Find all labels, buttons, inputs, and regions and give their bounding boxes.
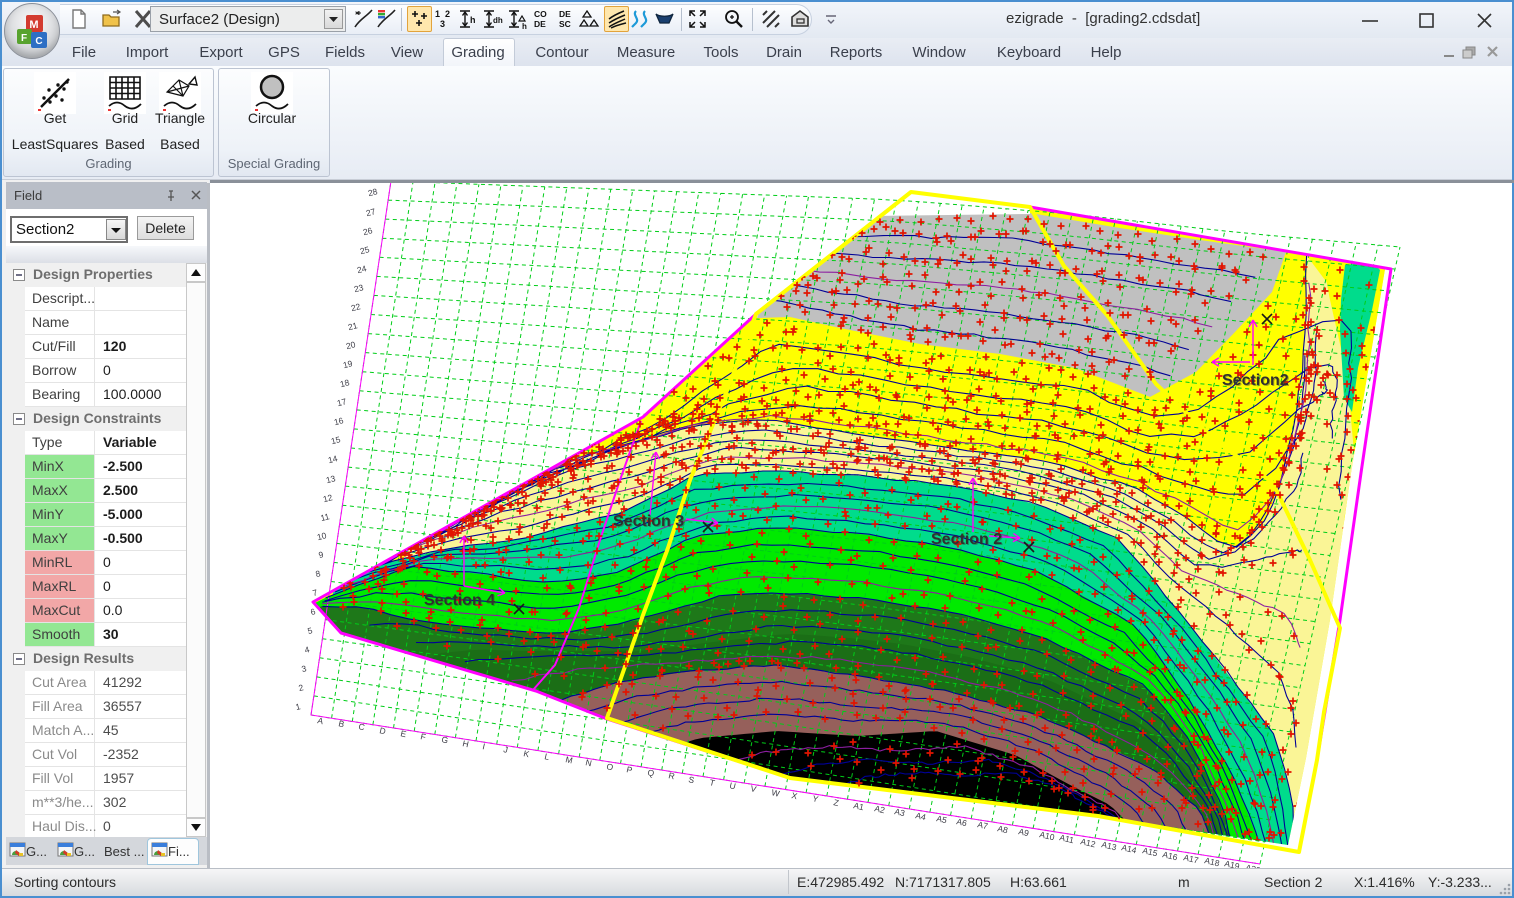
svg-text:2: 2: [445, 9, 450, 19]
svg-text:F: F: [21, 33, 27, 44]
svg-text:Section 2: Section 2: [931, 531, 1002, 548]
svg-text:C: C: [35, 36, 42, 47]
svg-text:DE: DE: [559, 9, 571, 19]
svg-text:CO: CO: [534, 9, 547, 19]
svg-text:1: 1: [435, 9, 440, 19]
svg-text:dh: dh: [493, 16, 503, 25]
svg-text:Section 3: Section 3: [613, 513, 684, 530]
svg-text:DE: DE: [534, 19, 546, 29]
svg-text:Section2: Section2: [1222, 372, 1289, 389]
svg-text:SC: SC: [559, 19, 571, 29]
svg-text:h: h: [470, 15, 476, 25]
svg-text:Section 4: Section 4: [424, 592, 495, 609]
svg-text:3: 3: [440, 19, 445, 29]
svg-text:h: h: [522, 22, 527, 31]
